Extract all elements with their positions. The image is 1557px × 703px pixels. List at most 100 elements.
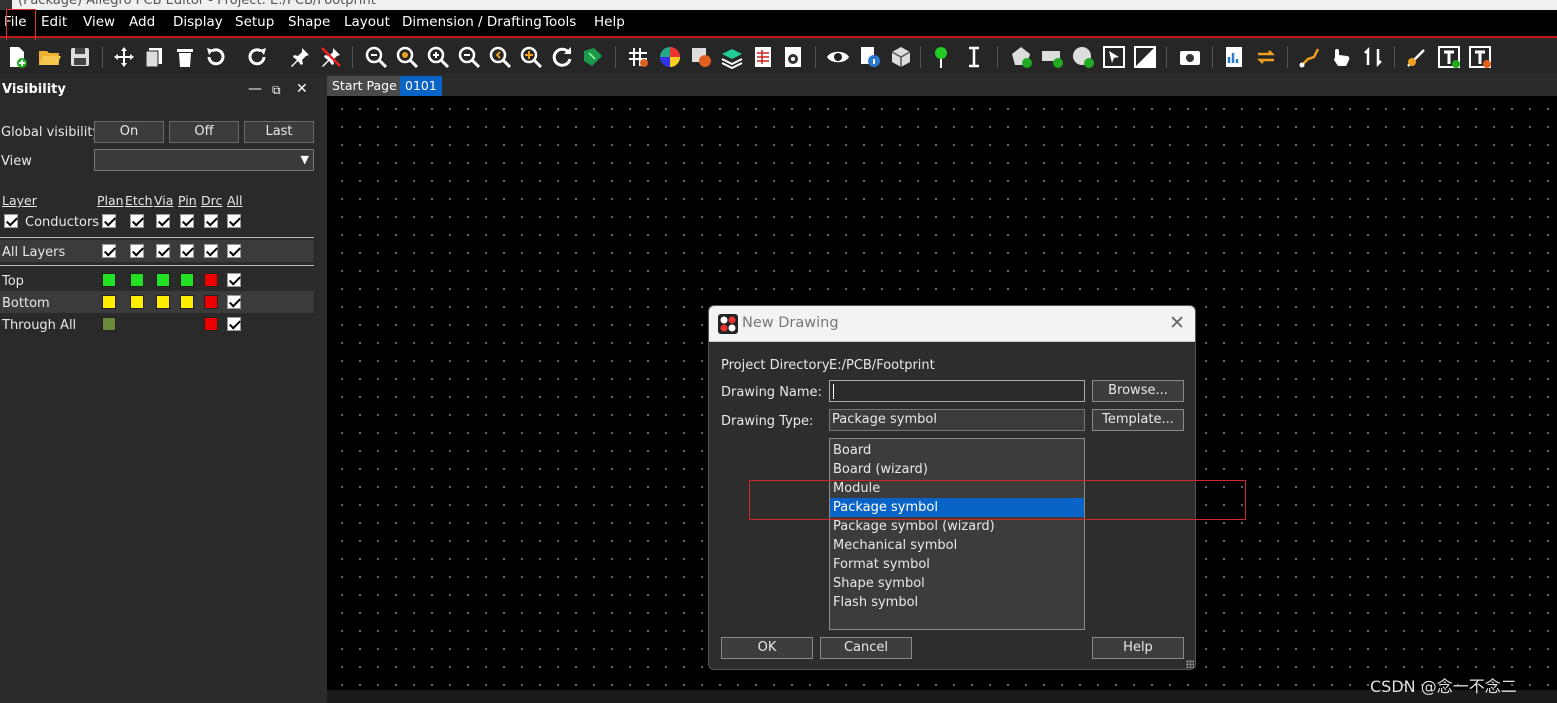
bottom-via-swatch[interactable] <box>156 295 170 309</box>
resize-grip-icon[interactable] <box>1186 660 1194 668</box>
minimize-icon[interactable]: — <box>248 81 262 97</box>
top-etch-swatch[interactable] <box>130 273 144 287</box>
close-icon[interactable]: ✕ <box>296 81 308 97</box>
conductors-via-checkbox[interactable] <box>156 214 170 228</box>
text-cursor-icon[interactable] <box>961 43 987 70</box>
top-via-swatch[interactable] <box>156 273 170 287</box>
menu-setup[interactable]: Setup <box>235 14 274 30</box>
top-plan-swatch[interactable] <box>102 273 116 287</box>
through-all-drc-swatch[interactable] <box>204 317 218 331</box>
template-button[interactable]: Template... <box>1092 409 1184 431</box>
camera-icon[interactable] <box>1177 43 1203 70</box>
drawing-name-input[interactable] <box>829 380 1085 402</box>
3d-box-icon[interactable] <box>888 43 914 70</box>
view-dropdown[interactable]: ▼ <box>94 149 314 171</box>
close-icon[interactable]: ✕ <box>1169 312 1185 334</box>
visibility-off-button[interactable]: Off <box>169 121 239 143</box>
delete-icon[interactable] <box>172 43 198 70</box>
conductors-checkbox[interactable] <box>4 214 18 228</box>
bottom-etch-swatch[interactable] <box>130 295 144 309</box>
select-icon[interactable] <box>1101 43 1127 70</box>
all-layers-plan-checkbox[interactable] <box>102 244 116 258</box>
all-layers-pin-checkbox[interactable] <box>180 244 194 258</box>
menu-layout[interactable]: Layout <box>344 14 390 30</box>
visibility-eye-icon[interactable] <box>825 43 851 70</box>
menu-tools[interactable]: Tools <box>543 14 576 30</box>
open-folder-icon[interactable] <box>36 43 62 70</box>
list-item-mechanical-symbol[interactable]: Mechanical symbol <box>830 536 1084 555</box>
menu-help[interactable]: Help <box>594 14 625 30</box>
hand-icon[interactable] <box>1328 43 1354 70</box>
info-icon[interactable] <box>857 43 883 70</box>
rect-add-icon[interactable] <box>1039 43 1065 70</box>
connect-icon[interactable] <box>1297 43 1323 70</box>
browse-button[interactable]: Browse... <box>1092 380 1184 402</box>
menu-view[interactable]: View <box>83 14 115 30</box>
redo-icon[interactable] <box>244 43 270 70</box>
bottom-plan-swatch[interactable] <box>102 295 116 309</box>
top-all-checkbox[interactable] <box>227 273 241 287</box>
top-pin-swatch[interactable] <box>180 273 194 287</box>
layers-icon[interactable] <box>719 43 745 70</box>
visibility-on-button[interactable]: On <box>94 121 164 143</box>
drawing-type-field[interactable]: Package symbol <box>829 409 1085 431</box>
add-pin-icon[interactable] <box>928 43 954 70</box>
color-icon[interactable] <box>657 43 683 70</box>
fill-icon[interactable] <box>1132 43 1158 70</box>
conductors-pin-checkbox[interactable] <box>180 214 194 228</box>
all-layers-via-checkbox[interactable] <box>156 244 170 258</box>
ok-button[interactable]: OK <box>721 637 813 659</box>
all-layers-drc-checkbox[interactable] <box>204 244 218 258</box>
through-all-all-checkbox[interactable] <box>227 317 241 331</box>
bottom-pin-swatch[interactable] <box>180 295 194 309</box>
through-all-plan-swatch[interactable] <box>102 317 116 331</box>
list-item-board-wizard[interactable]: Board (wizard) <box>830 460 1084 479</box>
help-button[interactable]: Help <box>1092 637 1184 659</box>
conductors-all-checkbox[interactable] <box>227 214 241 228</box>
undo-icon[interactable] <box>203 43 229 70</box>
menu-dimension-drafting[interactable]: Dimension / Drafting <box>402 14 542 30</box>
bottom-drc-swatch[interactable] <box>204 295 218 309</box>
line-add-icon[interactable] <box>1404 43 1430 70</box>
tab-start-page[interactable]: Start Page <box>327 76 402 96</box>
tab-0101[interactable]: 0101 <box>400 76 442 96</box>
redraw-icon[interactable] <box>549 43 575 70</box>
grid-icon[interactable] <box>625 43 651 70</box>
text-add-icon[interactable] <box>1436 43 1462 70</box>
bottom-all-checkbox[interactable] <box>227 295 241 309</box>
conductors-etch-checkbox[interactable] <box>130 214 144 228</box>
shape-add-icon[interactable] <box>1008 43 1034 70</box>
conductors-plan-checkbox[interactable] <box>102 214 116 228</box>
pin-icon[interactable] <box>287 43 313 70</box>
visibility-last-button[interactable]: Last <box>244 121 314 143</box>
up-down-icon[interactable] <box>1360 43 1386 70</box>
zoom-world-icon[interactable] <box>394 43 420 70</box>
menu-shape[interactable]: Shape <box>288 14 330 30</box>
swap-icon[interactable] <box>1253 43 1279 70</box>
zoom-previous-icon[interactable] <box>487 43 513 70</box>
list-item-board[interactable]: Board <box>830 441 1084 460</box>
cancel-button[interactable]: Cancel <box>820 637 912 659</box>
text-edit-icon[interactable] <box>1467 43 1493 70</box>
list-item-format-symbol[interactable]: Format symbol <box>830 555 1084 574</box>
zoom-out-icon[interactable] <box>456 43 482 70</box>
menu-edit[interactable]: Edit <box>41 14 67 30</box>
all-layers-all-checkbox[interactable] <box>227 244 241 258</box>
new-file-icon[interactable] <box>4 43 30 70</box>
shadow-icon[interactable] <box>688 43 714 70</box>
top-drc-swatch[interactable] <box>204 273 218 287</box>
report-icon[interactable] <box>1222 43 1248 70</box>
settings-doc-icon[interactable] <box>780 43 806 70</box>
menu-add[interactable]: Add <box>129 14 155 30</box>
spreadsheet-icon[interactable] <box>750 43 776 70</box>
copy-icon[interactable] <box>141 43 167 70</box>
zoom-fit-icon[interactable] <box>363 43 389 70</box>
save-icon[interactable] <box>67 43 93 70</box>
zoom-in-icon[interactable] <box>425 43 451 70</box>
menu-display[interactable]: Display <box>173 14 223 30</box>
restore-icon[interactable]: ⧉ <box>272 83 281 98</box>
list-item-flash-symbol[interactable]: Flash symbol <box>830 593 1084 612</box>
list-item-shape-symbol[interactable]: Shape symbol <box>830 574 1084 593</box>
all-layers-etch-checkbox[interactable] <box>130 244 144 258</box>
zoom-center-icon[interactable] <box>518 43 544 70</box>
